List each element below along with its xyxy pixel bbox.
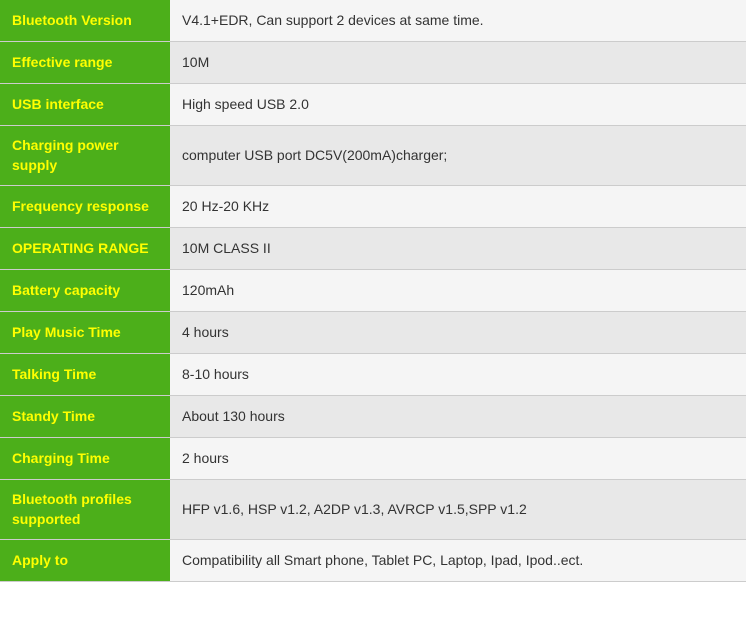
- table-row: Battery capacity120mAh: [0, 270, 746, 312]
- table-row: OPERATING RANGE10M CLASS II: [0, 228, 746, 270]
- spec-label: USB interface: [0, 84, 170, 126]
- spec-value: V4.1+EDR, Can support 2 devices at same …: [170, 0, 746, 42]
- spec-label: OPERATING RANGE: [0, 228, 170, 270]
- table-row: Talking Time8-10 hours: [0, 354, 746, 396]
- spec-value: 8-10 hours: [170, 354, 746, 396]
- spec-label: Play Music Time: [0, 312, 170, 354]
- spec-label: Battery capacity: [0, 270, 170, 312]
- spec-label: Talking Time: [0, 354, 170, 396]
- table-row: Bluetooth VersionV4.1+EDR, Can support 2…: [0, 0, 746, 42]
- spec-label: Bluetooth profiles supported: [0, 480, 170, 540]
- spec-value: 20 Hz-20 KHz: [170, 186, 746, 228]
- spec-label: Apply to: [0, 540, 170, 582]
- table-row: Frequency response20 Hz-20 KHz: [0, 186, 746, 228]
- spec-value: computer USB port DC5V(200mA)charger;: [170, 126, 746, 186]
- spec-label: Frequency response: [0, 186, 170, 228]
- table-row: Bluetooth profiles supportedHFP v1.6, HS…: [0, 480, 746, 540]
- spec-value: 120mAh: [170, 270, 746, 312]
- spec-value: High speed USB 2.0: [170, 84, 746, 126]
- spec-label: Charging power supply: [0, 126, 170, 186]
- spec-value: HFP v1.6, HSP v1.2, A2DP v1.3, AVRCP v1.…: [170, 480, 746, 540]
- spec-value: About 130 hours: [170, 396, 746, 438]
- spec-value: 10M CLASS II: [170, 228, 746, 270]
- table-row: USB interfaceHigh speed USB 2.0: [0, 84, 746, 126]
- table-row: Effective range10M: [0, 42, 746, 84]
- spec-label: Bluetooth Version: [0, 0, 170, 42]
- spec-value: 2 hours: [170, 438, 746, 480]
- spec-value: 10M: [170, 42, 746, 84]
- spec-value: 4 hours: [170, 312, 746, 354]
- spec-label: Charging Time: [0, 438, 170, 480]
- table-row: Play Music Time4 hours: [0, 312, 746, 354]
- spec-value: Compatibility all Smart phone, Tablet PC…: [170, 540, 746, 582]
- table-row: Charging power supplycomputer USB port D…: [0, 126, 746, 186]
- table-row: Standy TimeAbout 130 hours: [0, 396, 746, 438]
- table-row: Charging Time2 hours: [0, 438, 746, 480]
- spec-label: Standy Time: [0, 396, 170, 438]
- spec-table: Bluetooth VersionV4.1+EDR, Can support 2…: [0, 0, 746, 582]
- spec-label: Effective range: [0, 42, 170, 84]
- table-row: Apply toCompatibility all Smart phone, T…: [0, 540, 746, 582]
